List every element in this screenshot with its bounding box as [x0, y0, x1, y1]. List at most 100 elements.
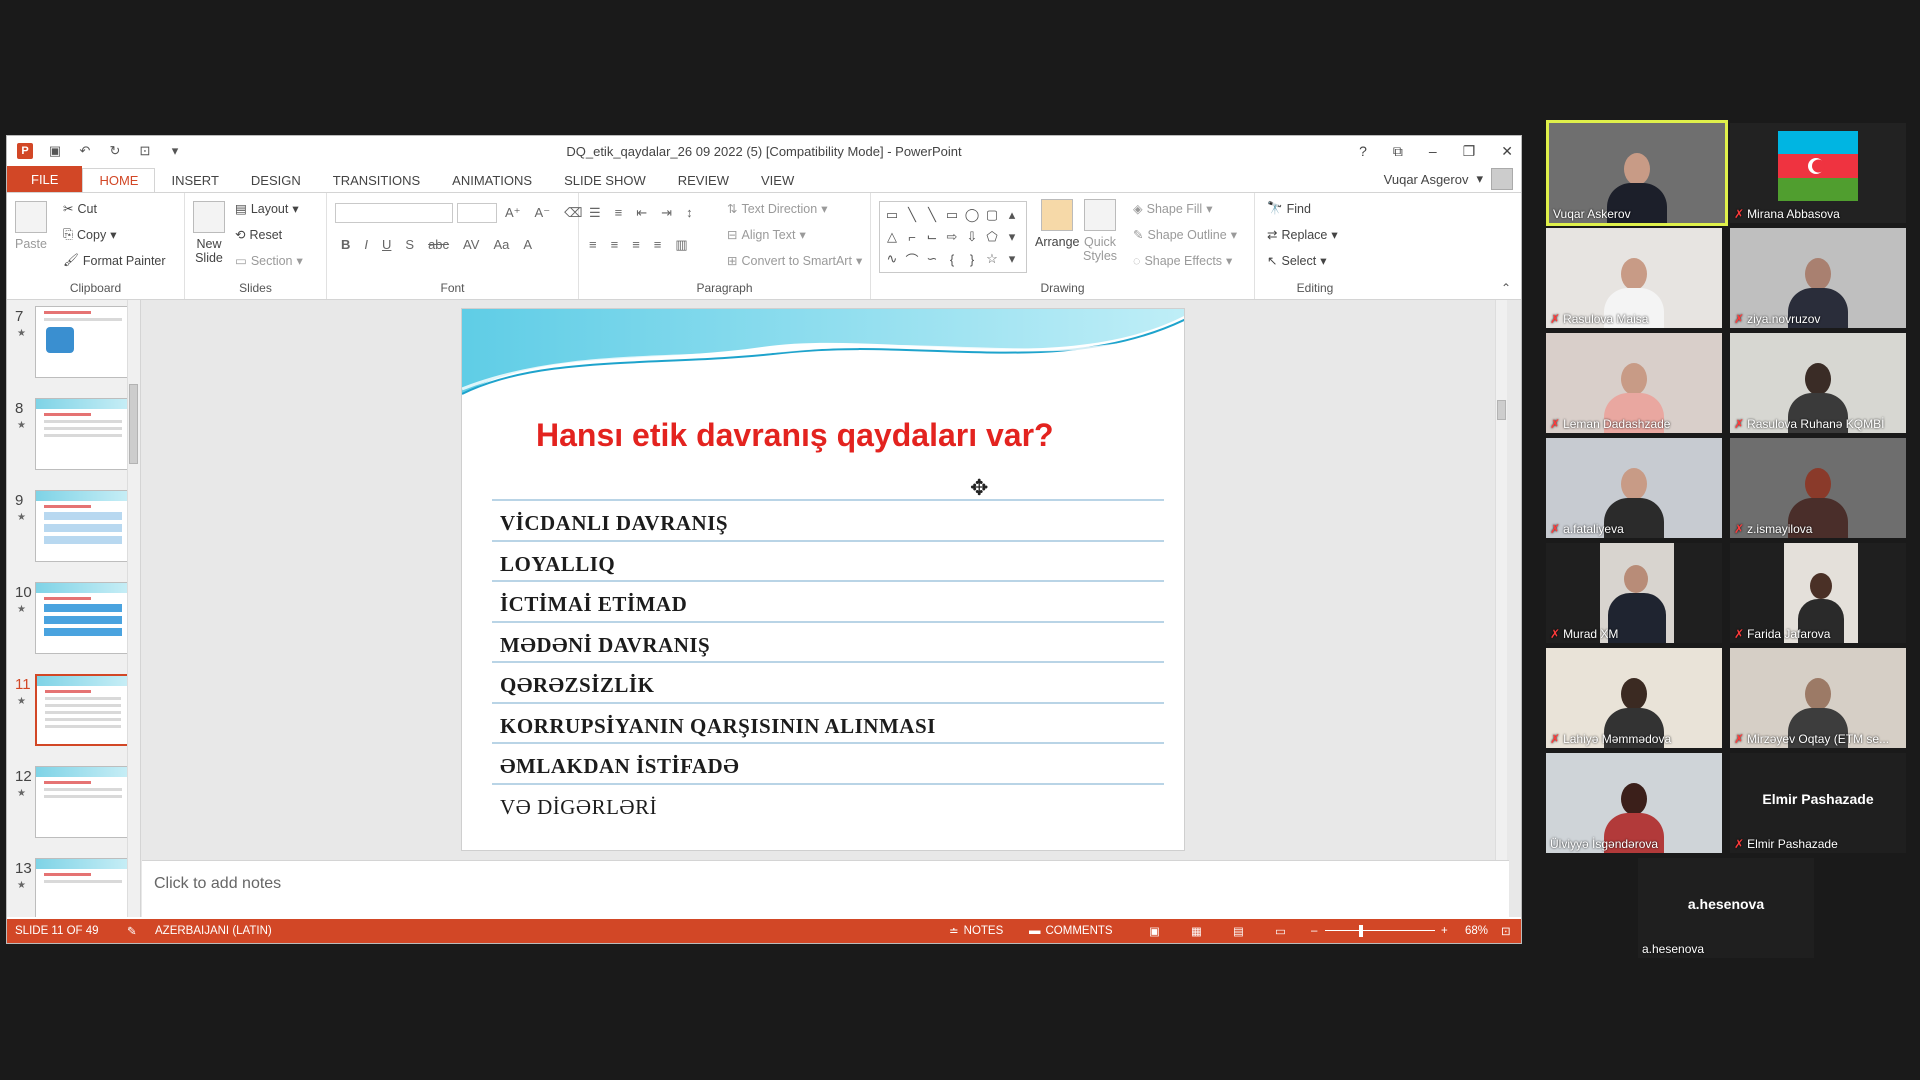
- shadow-icon[interactable]: S: [405, 237, 414, 252]
- slide-thumbnail-active[interactable]: 11 ★: [7, 668, 140, 748]
- language-indicator[interactable]: AZERBAIJANI (LATIN): [155, 925, 272, 937]
- font-color-icon[interactable]: A: [523, 237, 532, 252]
- curve-shape-icon[interactable]: ∽: [922, 248, 942, 270]
- line-shape-icon[interactable]: ╲: [902, 204, 922, 226]
- video-tile[interactable]: ✗ a.fataliyeva: [1546, 438, 1722, 538]
- copy-button[interactable]: ⎘ Copy ▾: [63, 227, 116, 242]
- video-tile[interactable]: Elmir Pashazade ✗ Elmir Pashazade: [1730, 753, 1906, 853]
- ribbon-display-icon[interactable]: ⧉: [1393, 143, 1403, 160]
- more-icon[interactable]: ▾: [1002, 226, 1022, 248]
- new-slide-button[interactable]: New Slide: [193, 201, 225, 265]
- video-tile[interactable]: ✗ Farida Jafarova: [1730, 543, 1906, 643]
- arrange-button[interactable]: Arrange: [1035, 199, 1079, 249]
- slide-scrollbar[interactable]: [1495, 300, 1507, 860]
- tab-review[interactable]: REVIEW: [662, 168, 745, 192]
- brace-right-shape-icon[interactable]: }: [962, 248, 982, 270]
- spell-check-icon[interactable]: ✎: [127, 924, 137, 938]
- rounded-rect-shape-icon[interactable]: ▢: [982, 204, 1002, 226]
- convert-smartart-button[interactable]: ⊞ Convert to SmartArt ▾: [727, 253, 862, 269]
- video-tile[interactable]: ✗ Mirana Abbasova: [1730, 123, 1906, 223]
- current-slide[interactable]: Hansı etik davranış qaydaları var? VİCDA…: [461, 308, 1185, 851]
- slide-thumbnail[interactable]: 13 ★: [7, 852, 140, 917]
- triangle-shape-icon[interactable]: △: [882, 226, 902, 248]
- more-icon[interactable]: ▾: [1002, 248, 1022, 270]
- align-center-icon[interactable]: ≡: [611, 237, 619, 253]
- comments-button[interactable]: ▬ COMMENTS: [1029, 925, 1113, 937]
- arrow-shape-icon[interactable]: ⇨: [942, 226, 962, 248]
- notes-pane[interactable]: Click to add notes: [142, 860, 1509, 917]
- collapse-ribbon-icon[interactable]: ⌃: [1501, 281, 1511, 295]
- underline-icon[interactable]: U: [382, 237, 391, 252]
- video-tile[interactable]: ✗ z.ismayilova: [1730, 438, 1906, 538]
- shape-fill-button[interactable]: ◈ Shape Fill ▾: [1133, 201, 1213, 217]
- oval-shape-icon[interactable]: ◯: [962, 204, 982, 226]
- fit-slide-icon[interactable]: ⊡: [1501, 924, 1511, 938]
- more-icon[interactable]: ▴: [1002, 204, 1022, 226]
- shape-outline-button[interactable]: ✎ Shape Outline ▾: [1133, 227, 1237, 243]
- rules-list[interactable]: VİCDANLI DAVRANIŞ LOYALLIQ İCTİMAİ ETİMA…: [492, 499, 1164, 823]
- tab-home[interactable]: HOME: [82, 168, 156, 192]
- zoom-slider[interactable]: [1325, 930, 1435, 931]
- normal-view-icon[interactable]: ▣: [1149, 924, 1160, 938]
- italic-icon[interactable]: I: [364, 237, 368, 252]
- decrease-indent-icon[interactable]: ⇤: [636, 205, 647, 221]
- zoom-slider-thumb[interactable]: [1359, 925, 1363, 937]
- font-name-box[interactable]: [335, 203, 453, 223]
- customize-qat-icon[interactable]: ▾: [167, 143, 183, 159]
- redo-icon[interactable]: ↻: [107, 143, 123, 159]
- decrease-font-icon[interactable]: A⁻: [535, 205, 551, 221]
- video-tile-speaker[interactable]: Vuqar Askerov: [1546, 120, 1728, 226]
- tab-slide-show[interactable]: SLIDE SHOW: [548, 168, 662, 192]
- paste-button[interactable]: Paste: [15, 201, 47, 251]
- video-tile[interactable]: ✗ Leman Dadashzade: [1546, 333, 1722, 433]
- strikethrough-icon[interactable]: abc: [428, 237, 449, 252]
- tab-insert[interactable]: INSERT: [155, 168, 234, 192]
- text-direction-button[interactable]: ⇅ Text Direction ▾: [727, 201, 828, 217]
- tab-view[interactable]: VIEW: [745, 168, 810, 192]
- freeform-shape-icon[interactable]: ∿: [882, 248, 902, 270]
- arrow-shape-icon[interactable]: ⇩: [962, 226, 982, 248]
- shape-effects-button[interactable]: ◌ Shape Effects ▾: [1133, 253, 1232, 269]
- video-tile[interactable]: ✗ Rasulova Maisa: [1546, 228, 1722, 328]
- connector-shape-icon[interactable]: ⌐: [902, 226, 922, 248]
- notes-button[interactable]: ≐ NOTES: [949, 924, 1003, 938]
- align-text-button[interactable]: ⊟ Align Text ▾: [727, 227, 806, 243]
- select-button[interactable]: ↖ Select ▾: [1267, 253, 1327, 269]
- tab-design[interactable]: DESIGN: [235, 168, 317, 192]
- video-tile[interactable]: ✗ ziya.novruzov: [1730, 228, 1906, 328]
- align-left-icon[interactable]: ≡: [589, 237, 597, 253]
- zoom-out-icon[interactable]: –: [1311, 925, 1317, 937]
- justify-icon[interactable]: ≡: [654, 237, 662, 253]
- reset-button[interactable]: ⟲ Reset: [235, 227, 282, 243]
- slideshow-icon[interactable]: ▭: [1275, 924, 1286, 938]
- scrollbar-thumb[interactable]: [1497, 400, 1506, 420]
- increase-indent-icon[interactable]: ⇥: [661, 205, 672, 221]
- start-from-beginning-icon[interactable]: ⊡: [137, 143, 153, 159]
- format-painter-button[interactable]: 🖌 Format Painter: [63, 253, 166, 268]
- tab-transitions[interactable]: TRANSITIONS: [317, 168, 436, 192]
- star-shape-icon[interactable]: ☆: [982, 248, 1002, 270]
- columns-icon[interactable]: ▥: [675, 237, 687, 253]
- tab-file[interactable]: FILE: [7, 166, 83, 192]
- zoom-level[interactable]: 68%: [1465, 925, 1488, 937]
- reading-view-icon[interactable]: ▤: [1233, 924, 1244, 938]
- pentagon-shape-icon[interactable]: ⬠: [982, 226, 1002, 248]
- section-button[interactable]: ▭ Section ▾: [235, 253, 303, 269]
- restore-icon[interactable]: ❐: [1463, 143, 1476, 160]
- quick-styles-button[interactable]: Quick Styles: [1083, 199, 1117, 263]
- line-spacing-icon[interactable]: ↕: [686, 205, 693, 221]
- font-size-box[interactable]: [457, 203, 497, 223]
- video-tile[interactable]: ✗ Lahiyə Məmmədova: [1546, 648, 1722, 748]
- shapes-gallery[interactable]: ▭ ╲ ╲ ▭ ◯ ▢ ▴ △ ⌐ ⌙ ⇨ ⇩ ⬠ ▾ ∿ ⌒ ∽ {} ☆ …: [879, 201, 1027, 273]
- character-spacing-icon[interactable]: AV: [463, 237, 479, 252]
- minimize-icon[interactable]: –: [1429, 143, 1437, 159]
- slide-title[interactable]: Hansı etik davranış qaydaları var?: [536, 417, 1054, 454]
- slide-thumbnail[interactable]: 8 ★: [7, 392, 140, 472]
- layout-button[interactable]: ▤ Layout ▾: [235, 201, 299, 217]
- save-icon[interactable]: ▣: [47, 143, 63, 159]
- slide-thumbnail[interactable]: 7 ★: [7, 300, 140, 380]
- slide-thumbnail[interactable]: 12 ★: [7, 760, 140, 840]
- help-icon[interactable]: ?: [1359, 143, 1367, 159]
- zoom-in-icon[interactable]: +: [1441, 925, 1448, 937]
- account[interactable]: Vuqar Asgerov ▾: [1384, 166, 1513, 192]
